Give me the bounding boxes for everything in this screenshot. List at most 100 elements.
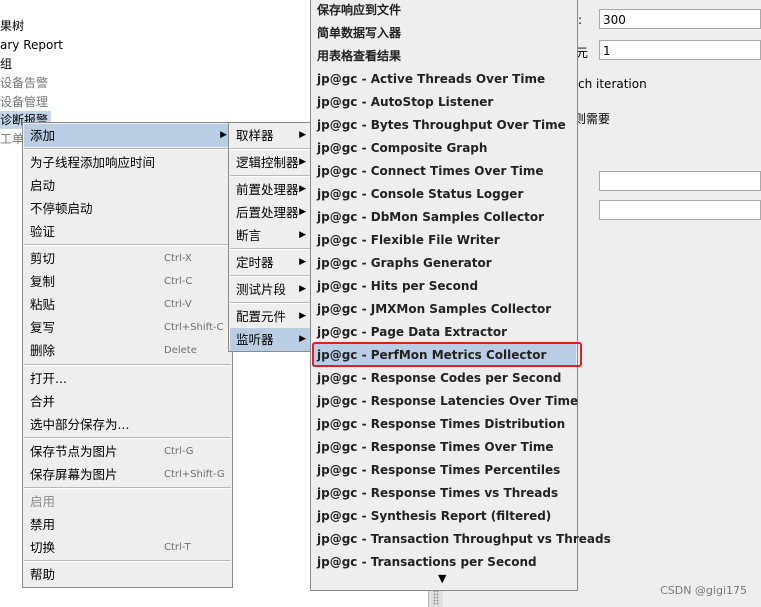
shortcut-hint: Ctrl-X <box>164 253 192 264</box>
listener-item[interactable]: jp@gc - Synthesis Report (filtered) <box>312 505 576 528</box>
menu-item-add-response-time[interactable]: 为子线程添加响应时间 <box>24 151 231 174</box>
menu-divider <box>24 437 231 439</box>
add-submenu: 取样器 ▶ 逻辑控制器 ▶ 前置处理器 ▶ 后置处理器 ▶ 断言 ▶ 定时器 ▶ 测试片段 ▶… <box>228 122 312 352</box>
shortcut-hint: Ctrl-G <box>164 446 194 457</box>
menu-item-label: 后置处理器 <box>236 205 299 220</box>
menu-divider <box>230 175 310 177</box>
menu-item-start-no-pause[interactable]: 不停顿启动 <box>24 197 231 220</box>
listener-item[interactable]: jp@gc - Composite Graph <box>312 137 576 160</box>
menu-item-label: 选中部分保存为... <box>30 417 130 432</box>
ramp-field[interactable]: 1 <box>599 40 761 60</box>
menu-item-label: 合并 <box>30 394 56 409</box>
menu-divider <box>230 275 310 277</box>
listener-item[interactable]: jp@gc - Page Data Extractor <box>312 321 576 344</box>
shortcut-hint: Ctrl-C <box>164 276 193 287</box>
menu-divider <box>230 248 310 250</box>
listener-item[interactable]: 简单数据写入器 <box>312 22 576 45</box>
menu-item-add[interactable]: 添加 ▶ <box>24 124 231 147</box>
listener-item[interactable]: jp@gc - Response Times Over Time <box>312 436 576 459</box>
listener-item[interactable]: jp@gc - DbMon Samples Collector <box>312 206 576 229</box>
menu-item-disable[interactable]: 禁用 <box>24 513 231 536</box>
menu-item-label: 复写 <box>30 320 56 335</box>
submenu-item-postprocessor[interactable]: 后置处理器 ▶ <box>230 201 310 224</box>
submenu-item-test-fragment[interactable]: 测试片段 ▶ <box>230 278 310 301</box>
listener-item[interactable]: jp@gc - AutoStop Listener <box>312 91 576 114</box>
delay-field[interactable] <box>599 200 761 220</box>
menu-item-help[interactable]: 帮助 <box>24 563 231 586</box>
menu-item-label: 粘贴 <box>30 297 56 312</box>
tree-item[interactable]: 组 <box>0 55 12 73</box>
submenu-item-timer[interactable]: 定时器 ▶ <box>230 251 310 274</box>
listener-item[interactable]: jp@gc - Transaction Throughput vs Thread… <box>312 528 611 551</box>
annotation-highlight-box <box>312 342 582 367</box>
submenu-arrow-icon: ▶ <box>299 311 306 321</box>
tree-item[interactable]: 设备告警 <box>0 74 48 92</box>
menu-item-enable: 启用 <box>24 490 231 513</box>
listener-item[interactable]: jp@gc - Response Times Percentiles <box>312 459 576 482</box>
listener-item[interactable]: jp@gc - Hits per Second <box>312 275 576 298</box>
menu-item-save-selection[interactable]: 选中部分保存为... <box>24 413 231 436</box>
menu-divider <box>24 364 231 366</box>
submenu-item-sampler[interactable]: 取样器 ▶ <box>230 124 310 147</box>
menu-item-label: 前置处理器 <box>236 182 299 197</box>
tree-item[interactable]: 果树 <box>0 17 24 35</box>
submenu-arrow-icon: ▶ <box>299 207 306 217</box>
menu-divider <box>230 148 310 150</box>
field-label: : <box>578 13 583 27</box>
menu-item-label: 启用 <box>30 494 56 509</box>
menu-item-start[interactable]: 启动 <box>24 174 231 197</box>
menu-divider <box>24 560 231 562</box>
menu-item-toggle[interactable]: 切换 Ctrl-T <box>24 536 231 559</box>
listener-item[interactable]: jp@gc - Bytes Throughput Over Time <box>312 114 576 137</box>
shortcut-hint: Delete <box>164 345 197 356</box>
submenu-item-listener[interactable]: 监听器 ▶ <box>230 328 310 351</box>
listener-item[interactable]: jp@gc - Graphs Generator <box>312 252 576 275</box>
listener-item[interactable]: jp@gc - Connect Times Over Time <box>312 160 576 183</box>
submenu-item-assertion[interactable]: 断言 ▶ <box>230 224 310 247</box>
menu-item-label: 定时器 <box>236 255 274 270</box>
menu-item-validate[interactable]: 验证 <box>24 220 231 243</box>
listener-item[interactable]: jp@gc - Console Status Logger <box>312 183 576 206</box>
loop-count-field[interactable]: 300 <box>599 9 761 29</box>
menu-divider <box>230 302 310 304</box>
submenu-item-logic-controller[interactable]: 逻辑控制器 ▶ <box>230 151 310 174</box>
menu-item-save-screen-image[interactable]: 保存屏幕为图片 Ctrl+Shift-G <box>24 463 231 486</box>
listener-item[interactable]: jp@gc - Transactions per Second <box>312 551 576 574</box>
menu-item-open[interactable]: 打开... <box>24 367 231 390</box>
tree-item[interactable]: ary Report <box>0 36 63 54</box>
menu-item-label: 监听器 <box>236 332 274 347</box>
tree-item[interactable]: 设备管理 <box>0 93 48 111</box>
listener-item[interactable]: jp@gc - Response Latencies Over Time <box>312 390 578 413</box>
submenu-item-config-element[interactable]: 配置元件 ▶ <box>230 305 310 328</box>
listener-item[interactable]: jp@gc - Response Codes per Second <box>312 367 576 390</box>
menu-item-copy[interactable]: 复制 Ctrl-C <box>24 270 231 293</box>
context-menu: 添加 ▶ 为子线程添加响应时间 启动 不停顿启动 验证 剪切 Ctrl-X 复制 C… <box>22 122 233 588</box>
menu-item-paste[interactable]: 粘贴 Ctrl-V <box>24 293 231 316</box>
listener-item[interactable]: jp@gc - Response Times vs Threads <box>312 482 576 505</box>
listener-item[interactable]: jp@gc - Active Threads Over Time <box>312 68 576 91</box>
option-text: 则需要 <box>574 112 611 126</box>
menu-item-label: 保存屏幕为图片 <box>30 467 118 482</box>
scroll-down-icon[interactable]: ▼ <box>438 572 446 585</box>
listener-item[interactable]: jp@gc - Flexible File Writer <box>312 229 576 252</box>
menu-item-label: 为子线程添加响应时间 <box>30 155 156 170</box>
menu-item-label: 配置元件 <box>236 309 287 324</box>
menu-item-delete[interactable]: 删除 Delete <box>24 339 231 362</box>
listener-item[interactable]: 保存响应到文件 <box>312 0 576 22</box>
listener-item[interactable]: jp@gc - JMXMon Samples Collector <box>312 298 576 321</box>
submenu-arrow-icon: ▶ <box>299 130 306 140</box>
submenu-arrow-icon: ▶ <box>299 284 306 294</box>
submenu-item-preprocessor[interactable]: 前置处理器 ▶ <box>230 178 310 201</box>
menu-item-merge[interactable]: 合并 <box>24 390 231 413</box>
menu-item-cut[interactable]: 剪切 Ctrl-X <box>24 247 231 270</box>
menu-item-label: 切换 <box>30 540 56 555</box>
listener-item[interactable]: jp@gc - Response Times Distribution <box>312 413 576 436</box>
menu-item-label: 帮助 <box>30 567 56 582</box>
listener-item[interactable]: 用表格查看结果 <box>312 45 576 68</box>
tree-item[interactable]: 工单 <box>0 130 24 148</box>
duration-field[interactable] <box>599 171 761 191</box>
menu-item-duplicate[interactable]: 复写 Ctrl+Shift-C <box>24 316 231 339</box>
menu-item-save-node-image[interactable]: 保存节点为图片 Ctrl-G <box>24 440 231 463</box>
menu-item-label: 测试片段 <box>236 282 287 297</box>
shortcut-hint: Ctrl-V <box>164 299 192 310</box>
